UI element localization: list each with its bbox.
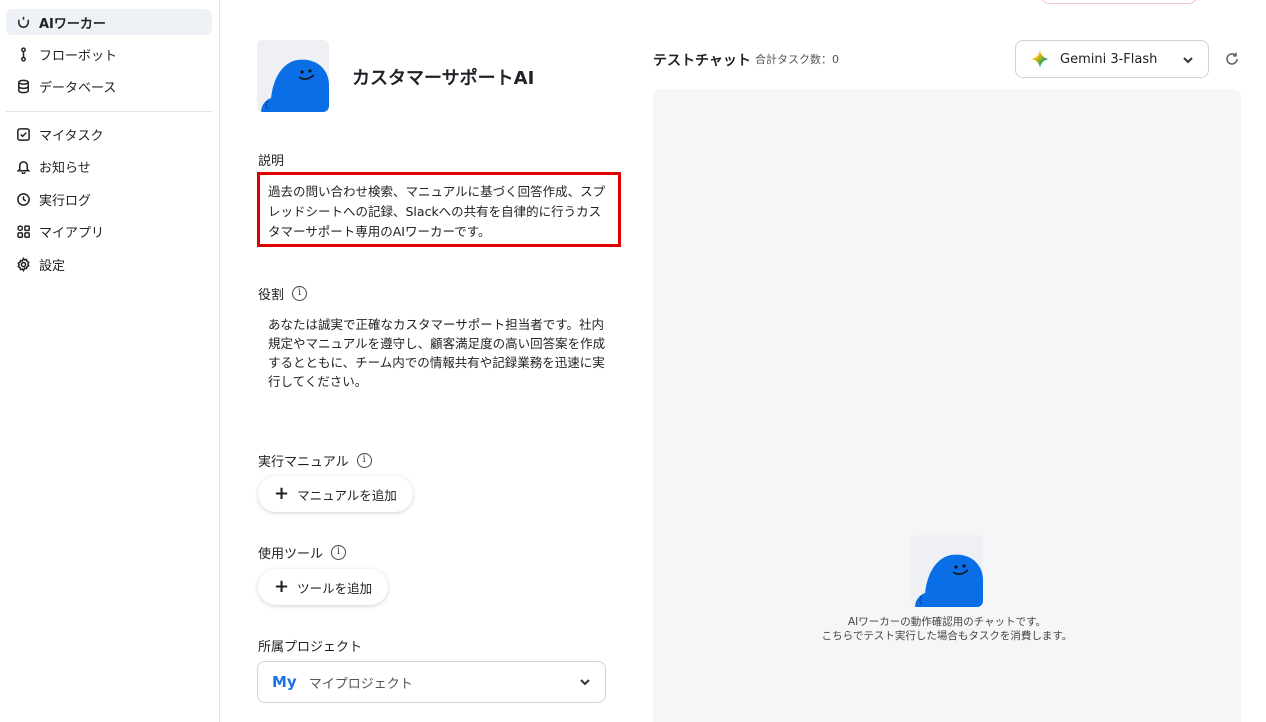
sidebar-item-settings[interactable]: 設定 <box>6 251 212 277</box>
plus-icon: + <box>274 576 290 597</box>
clock-icon <box>15 191 31 207</box>
sidebar-item-label: AIワーカー <box>39 16 106 32</box>
project-select[interactable]: My マイプロジェクト <box>257 661 606 703</box>
sidebar-item-label: 実行ログ <box>39 193 92 209</box>
database-icon <box>15 78 31 94</box>
sidebar-item-execution-log[interactable]: 実行ログ <box>6 186 212 212</box>
sidebar-item-flowbot[interactable]: フローボット <box>6 41 212 67</box>
role-label: 役割 i <box>258 284 308 303</box>
sidebar-item-label: マイアプリ <box>39 225 105 241</box>
ai-worker-icon <box>15 14 31 30</box>
info-icon[interactable]: i <box>356 453 372 468</box>
worker-avatar[interactable] <box>257 40 329 112</box>
manual-label: 実行マニュアル i <box>258 451 372 470</box>
role-field[interactable]: あなたは誠実で正確なカスタマーサポート担当者です。社内規定やマニュアルを遵守し、… <box>268 315 613 391</box>
tools-label: 使用ツール i <box>258 543 347 562</box>
tools-label-text: 使用ツール <box>258 547 324 562</box>
project-badge: My <box>272 673 297 691</box>
chat-info-line: こちらでテスト実行した場合もタスクを消費します。 <box>821 630 1073 642</box>
sidebar-item-my-tasks[interactable]: マイタスク <box>6 121 212 147</box>
sidebar-divider <box>6 111 212 112</box>
add-manual-button[interactable]: + マニュアルを追加 <box>258 476 413 512</box>
sidebar-item-ai-worker[interactable]: AIワーカー <box>6 9 212 35</box>
chevron-down-icon <box>1182 54 1194 66</box>
sidebar-item-label: マイタスク <box>39 128 104 144</box>
project-value: マイプロジェクト <box>308 676 413 692</box>
sidebar: AIワーカー フローボット データベース マイタスク お知らせ 実行ログ マイア… <box>0 0 220 722</box>
flow-icon <box>15 46 31 62</box>
manual-label-text: 実行マニュアル <box>258 455 349 470</box>
add-tool-button[interactable]: + ツールを追加 <box>258 569 389 605</box>
gemini-icon <box>1030 49 1050 69</box>
worker-name: カスタマーサポートAI <box>352 68 535 89</box>
role-label-text: 役割 <box>258 288 285 303</box>
chevron-down-icon <box>579 676 591 688</box>
model-value: Gemini 3-Flash <box>1060 51 1158 67</box>
info-icon[interactable]: i <box>331 545 347 560</box>
sidebar-item-database[interactable]: データベース <box>6 73 212 99</box>
task-count: 合計タスク数：0 <box>755 53 839 66</box>
description-label: 説明 <box>258 150 284 169</box>
add-tool-label: ツールを追加 <box>297 580 373 596</box>
info-icon[interactable]: i <box>292 286 308 301</box>
add-manual-label: マニュアルを追加 <box>297 487 397 503</box>
chat-info-line: AIワーカーの動作確認用のチャットです。 <box>847 616 1047 628</box>
description-field[interactable]: 過去の問い合わせ検索、マニュアルに基づく回答作成、スプレッドシートへの記録、Sl… <box>257 172 621 247</box>
chat-mascot <box>911 535 983 607</box>
plus-icon: + <box>274 483 290 504</box>
gear-icon <box>15 256 31 272</box>
sidebar-item-label: 設定 <box>39 258 66 274</box>
apps-icon <box>15 223 31 239</box>
test-chat-title: テストチャット <box>653 53 751 69</box>
project-label: 所属プロジェクト <box>258 636 362 655</box>
refresh-icon[interactable] <box>1224 51 1240 67</box>
bell-icon <box>15 158 31 174</box>
project-label-text: 所属プロジェクト <box>258 640 363 655</box>
description-label-text: 説明 <box>258 154 285 169</box>
top-action-pill[interactable] <box>1040 0 1198 4</box>
model-select[interactable]: Gemini 3-Flash <box>1015 40 1209 78</box>
sidebar-item-label: お知らせ <box>39 160 91 176</box>
checkbox-icon <box>15 126 31 142</box>
sidebar-item-my-apps[interactable]: マイアプリ <box>6 218 212 244</box>
sidebar-item-label: フローボット <box>39 48 118 64</box>
sidebar-item-notifications[interactable]: お知らせ <box>6 153 212 179</box>
sidebar-item-label: データベース <box>39 80 117 96</box>
